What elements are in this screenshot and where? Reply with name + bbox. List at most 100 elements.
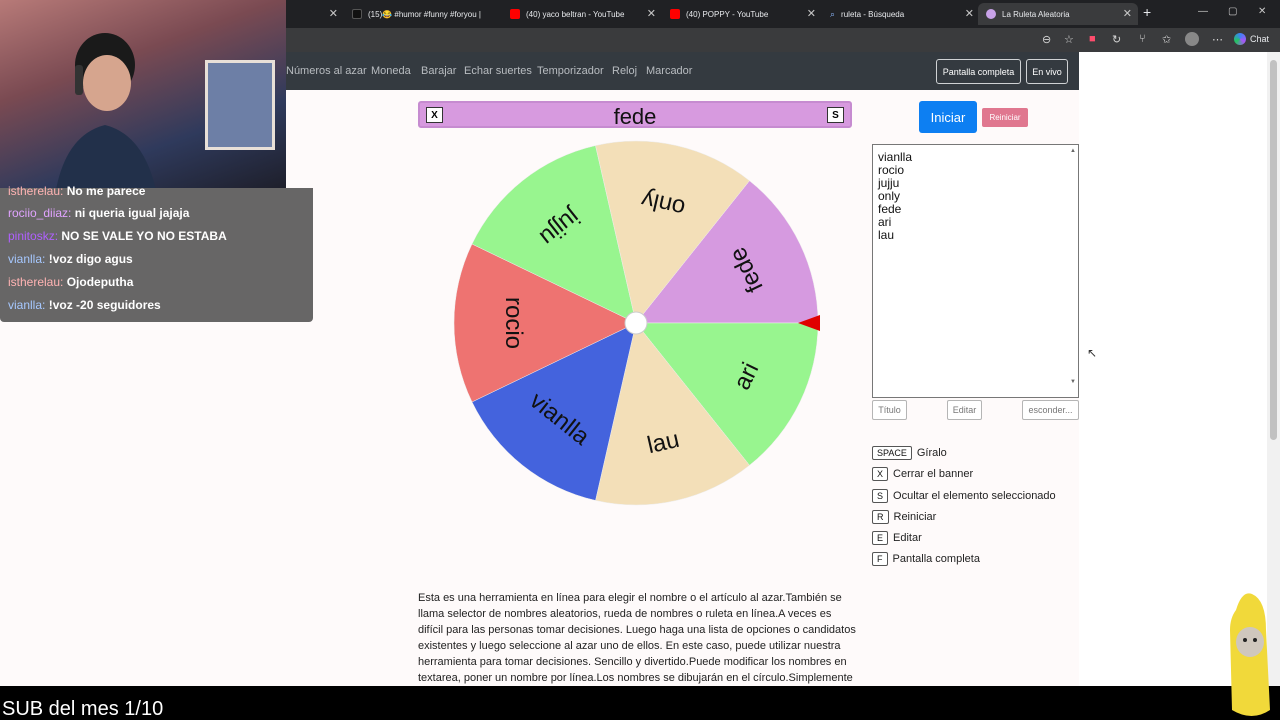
chat-text: No me parece	[66, 184, 146, 198]
chat-text: ni queria igual jajaja	[74, 206, 190, 220]
sub-goal-bar	[0, 686, 1280, 720]
name-line: only	[878, 189, 901, 203]
scroll-up-icon[interactable]: ▲	[1070, 148, 1076, 154]
chat-message: istherelau: Ojodeputha	[8, 275, 133, 289]
youtube-icon	[510, 9, 520, 19]
fullscreen-button[interactable]: Pantalla completa	[936, 59, 1021, 84]
sub-goal-text: SUB del mes 1/10	[2, 698, 164, 720]
shortcut-label: Cerrar el banner	[893, 468, 974, 480]
banana-cat-image	[1230, 593, 1270, 716]
chat-message: istherelau: No me parece	[8, 184, 145, 198]
mouse-cursor-icon: ↖	[1087, 346, 1098, 360]
live-button[interactable]: En vivo	[1026, 59, 1068, 84]
close-icon[interactable]: ✕	[1123, 7, 1132, 20]
start-button[interactable]: Iniciar	[919, 101, 977, 133]
window-close-icon[interactable]: ✕	[1258, 6, 1266, 17]
shortcut-label: Ocultar el elemento seleccionado	[893, 490, 1056, 502]
chat-username: istherelau:	[8, 184, 64, 198]
chat-username: pinitoskz:	[8, 229, 59, 243]
chat-text: Ojodeputha	[66, 275, 134, 289]
key-badge: X	[872, 467, 889, 481]
minimize-icon[interactable]: —	[1198, 6, 1208, 17]
streamer-image	[56, 33, 156, 188]
close-icon[interactable]: ✕	[329, 7, 338, 20]
roulette-wheel[interactable]: fedearilauvianllarociojujju only	[450, 137, 822, 509]
wheel-center-hub	[624, 311, 648, 335]
chat-username: vianlla:	[8, 252, 46, 266]
description-text: Esta es una herramienta en línea para el…	[418, 592, 856, 684]
tab-youtube-poppy[interactable]: (40) POPPY - YouTube ✕	[662, 3, 822, 25]
chat-username: istherelau:	[8, 275, 64, 289]
names-textarea[interactable]: vianlla rocio jujju only fede ari lau ▲ …	[872, 144, 1079, 398]
chat-text: !voz -20 seguidores	[48, 298, 161, 312]
webcam-background-window	[205, 60, 275, 150]
tiktok-icon	[352, 9, 362, 19]
name-line: ari	[878, 215, 892, 229]
nav-link-numeros[interactable]: Números al azar	[286, 65, 367, 77]
tab-label: ruleta - Búsqueda	[841, 9, 905, 19]
key-badge: E	[872, 531, 889, 545]
maximize-icon[interactable]: ▢	[1228, 6, 1237, 17]
shortcut-s: S Ocultar el elemento seleccionado	[872, 489, 1056, 503]
name-line: rocio	[878, 163, 905, 177]
nav-link-moneda[interactable]: Moneda	[371, 65, 411, 77]
chat-text: NO SE VALE YO NO ESTABA	[61, 229, 227, 243]
title-button[interactable]: Título	[872, 400, 907, 420]
reset-button[interactable]: Reiniciar	[982, 108, 1028, 127]
chat-username: rociio_diiaz:	[8, 206, 72, 220]
tab-youtube-yaco[interactable]: (40) yaco beltran - YouTube ✕	[502, 3, 662, 25]
key-badge: R	[872, 510, 889, 524]
name-line: vianlla	[878, 150, 913, 164]
menu-dots-icon[interactable]: ⋯	[1212, 33, 1223, 46]
shortcut-label: Editar	[893, 532, 922, 544]
tab-label: La Ruleta Aleatoria	[1002, 9, 1070, 19]
search-icon: ⌕	[830, 8, 836, 19]
refresh-icon[interactable]: ↻	[1112, 33, 1121, 46]
chat-message: rociio_diiaz: ni queria igual jajaja	[8, 206, 189, 220]
close-icon[interactable]: ✕	[965, 7, 974, 20]
youtube-icon	[670, 9, 680, 19]
extension-icon[interactable]: ■	[1089, 33, 1096, 45]
tab-label: (40) POPPY - YouTube	[686, 9, 769, 19]
more-circle-icon[interactable]: ⊖	[1042, 33, 1051, 46]
shortcut-label: Reiniciar	[893, 511, 937, 523]
wheel-label-rocio: rocio	[500, 297, 527, 349]
shortcut-e: E Editar	[872, 531, 922, 545]
tab-label: (15)😂 #humor #funny #foryou |	[368, 9, 481, 19]
tab-search[interactable]: ⌕ ruleta - Búsqueda ✕	[822, 3, 980, 25]
close-icon[interactable]: ✕	[807, 7, 816, 20]
stream-chat-overlay: istherelau: No me parece rociio_diiaz: n…	[0, 184, 313, 322]
profile-avatar[interactable]	[1185, 32, 1199, 46]
new-tab-icon[interactable]: +	[1143, 4, 1151, 20]
tab-tiktok[interactable]: (15)😂 #humor #funny #foryou |	[344, 3, 502, 25]
edit-button[interactable]: Editar	[947, 400, 982, 420]
scrollbar-thumb[interactable]	[1270, 60, 1277, 440]
hide-button[interactable]: esconder...	[1022, 400, 1079, 420]
nav-link-barajar[interactable]: Barajar	[421, 65, 456, 77]
shortcut-f: F Pantalla completa	[872, 552, 980, 566]
name-line: lau	[878, 228, 895, 242]
scroll-down-icon[interactable]: ▼	[1070, 379, 1076, 385]
star-icon[interactable]: ☆	[1064, 33, 1074, 46]
close-icon[interactable]: ✕	[647, 7, 656, 20]
tab-0[interactable]: ✕	[286, 3, 344, 25]
roulette-icon	[986, 9, 996, 19]
copilot-icon	[1234, 33, 1246, 45]
shortcut-label: Gíralo	[916, 447, 947, 459]
split-screen-icon[interactable]: ⑂	[1139, 33, 1146, 45]
nav-link-marcador[interactable]: Marcador	[646, 65, 692, 77]
shortcut-x: X Cerrar el banner	[872, 467, 973, 481]
nav-link-echar-suertes[interactable]: Echar suertes	[464, 65, 532, 77]
nav-link-temporizador[interactable]: Temporizador	[537, 65, 604, 77]
tab-ruleta[interactable]: La Ruleta Aleatoria ✕	[978, 3, 1138, 25]
nav-link-reloj[interactable]: Reloj	[612, 65, 637, 77]
key-badge: SPACE	[872, 446, 912, 460]
key-badge: S	[872, 489, 889, 503]
selected-name: fede	[613, 104, 657, 129]
favorites-icon[interactable]: ✩	[1162, 33, 1171, 46]
copilot-chat-button[interactable]: Chat	[1234, 33, 1269, 45]
name-line: jujju	[878, 176, 900, 190]
webcam-overlay	[0, 0, 286, 188]
chat-username: vianlla:	[8, 298, 46, 312]
banner-hide-button[interactable]: S	[827, 107, 844, 123]
